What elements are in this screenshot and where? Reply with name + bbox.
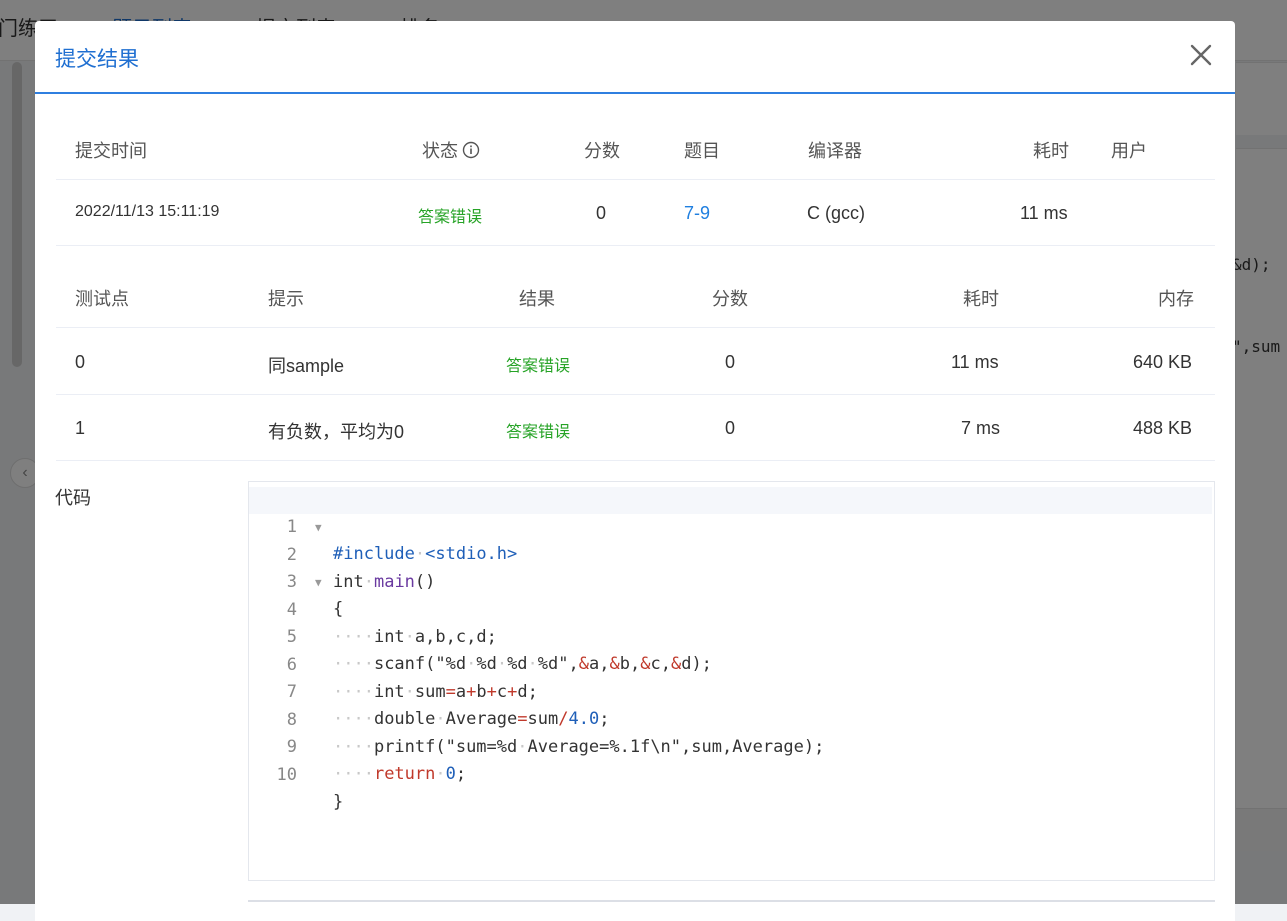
header-tc-elapsed: 耗时 [963, 289, 999, 309]
code-line: 10 } [249, 735, 1212, 812]
code-line: 5 ····scanf("%d·%d·%d·%d",&a,&b,&c,&d); [249, 597, 1212, 674]
testcase-memory: 488 KB [1133, 418, 1193, 438]
header-elapsed: 耗时 [1033, 141, 1069, 161]
code-line: 7 ····double·Average=sum/4.0; [249, 652, 1212, 729]
header-user: 用户 [1111, 141, 1147, 161]
editor-bottom-border [248, 900, 1215, 902]
header-status-label: 状态 [422, 141, 458, 161]
status-badge: 答案错误 [418, 209, 483, 226]
code-editor[interactable]: 1 ▼ #include·<stdio.h> 2 int·main() 3 ▼ { … [248, 481, 1215, 881]
code-text: } [333, 792, 344, 812]
header-tc-score: 分数 [712, 289, 748, 309]
header-problem: 题目 [684, 141, 720, 161]
code-label: 代码 [55, 488, 91, 508]
code-line: 2 int·main() [249, 515, 1212, 592]
testcase-result: 答案错误 [506, 424, 571, 441]
submission-score: 0 [596, 203, 607, 223]
testcase-elapsed: 7 ms [961, 418, 1001, 438]
info-icon[interactable] [462, 141, 480, 159]
header-result: 结果 [519, 289, 555, 309]
header-compiler: 编译器 [808, 141, 862, 161]
testcase-elapsed: 11 ms [951, 352, 999, 372]
code-line: 1 ▼ #include·<stdio.h> [249, 487, 1212, 564]
submission-result-dialog: 提交结果 提交时间 状态 分数 题目 编译器 耗时 用户 2022/11/13 … [35, 21, 1235, 921]
code-line: 8 ····printf("sum=%d·Average=%.1f\n",sum… [249, 680, 1212, 757]
testcase-id: 1 [75, 418, 86, 438]
testcase-result: 答案错误 [506, 358, 571, 375]
code-line: 6 ····int·sum=a+b+c+d; [249, 625, 1212, 702]
close-button[interactable] [1189, 43, 1213, 67]
header-hint: 提示 [268, 289, 304, 309]
code-line: 4 ····int·a,b,c,d; [249, 570, 1212, 647]
header-status: 状态 [422, 137, 480, 163]
table-row: 1 有负数，平均为0 答案错误 0 7 ms 488 KB [56, 394, 1215, 461]
code-text: ····return·0; [333, 764, 467, 784]
header-memory: 内存 [1158, 289, 1194, 309]
dialog-title: 提交结果 [55, 48, 139, 71]
header-submit-time: 提交时间 [75, 141, 147, 161]
testcase-id: 0 [75, 352, 86, 372]
code-line: 3 ▼ { [249, 542, 1212, 619]
submission-table-header: 提交时间 状态 分数 题目 编译器 耗时 用户 [56, 113, 1215, 180]
code-line: 9 ····return·0; [249, 707, 1212, 784]
table-row: 0 同sample 答案错误 0 11 ms 640 KB [56, 328, 1215, 395]
testcase-table-header: 测试点 提示 结果 分数 耗时 内存 [56, 261, 1215, 328]
close-icon [1190, 44, 1212, 66]
submit-time: 2022/11/13 15:11:19 [75, 203, 220, 220]
header-score: 分数 [584, 141, 620, 161]
dialog-header: 提交结果 [35, 21, 1235, 94]
problem-link[interactable]: 7-9 [684, 203, 710, 224]
header-testcase: 测试点 [75, 289, 129, 309]
compiler-value: C (gcc) [807, 203, 865, 223]
elapsed-value: 11 ms [1020, 203, 1068, 223]
testcase-memory: 640 KB [1133, 352, 1193, 372]
testcase-score: 0 [725, 418, 736, 438]
submission-row: 2022/11/13 15:11:19 答案错误 0 7-9 C (gcc) 1… [56, 179, 1215, 246]
testcase-score: 0 [725, 352, 736, 372]
testcase-hint: 同sample [268, 356, 345, 376]
testcase-hint: 有负数，平均为0 [268, 422, 405, 442]
